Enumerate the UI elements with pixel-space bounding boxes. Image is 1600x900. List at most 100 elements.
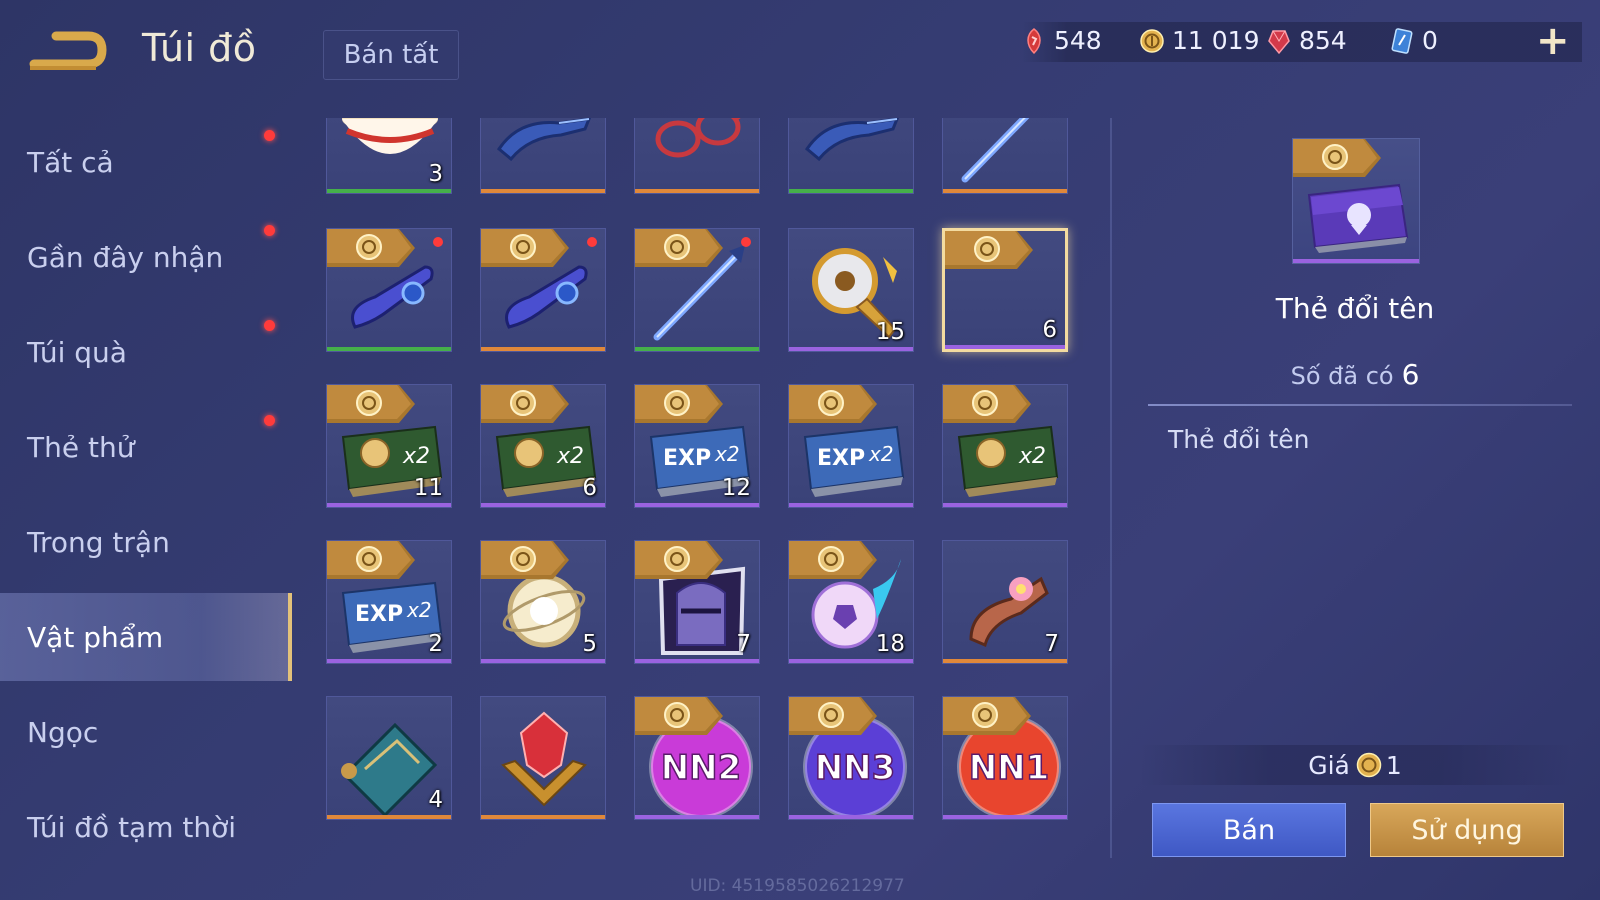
rarity-bar (943, 503, 1067, 507)
sidebar-item-label: Tất cả (27, 145, 114, 179)
rarity-bar (635, 815, 759, 819)
item-slot[interactable]: EXP x2 (788, 384, 914, 508)
item-slot[interactable] (634, 118, 760, 194)
rarity-bar (945, 345, 1065, 349)
selected-item-preview (1292, 138, 1420, 264)
blue-sword-icon (961, 118, 1030, 183)
item-slot[interactable]: NN2 (634, 696, 760, 820)
category-sidebar: Tất cả Gần đây nhận Túi quà Thẻ thử Tron… (0, 108, 292, 900)
item-quantity: 3 (428, 161, 443, 187)
user-id: UID: 4519585026212977 (690, 876, 905, 896)
sidebar-item-items[interactable]: Vật phẩm (0, 593, 292, 681)
rarity-bar (635, 659, 759, 663)
rarity-bar (481, 347, 605, 351)
item-slot[interactable] (788, 118, 914, 194)
item-slot[interactable]: x2 6 (480, 384, 606, 508)
ruby-value: 854 (1299, 26, 1347, 55)
item-slot[interactable]: NN1 (942, 696, 1068, 820)
item-quantity: 2 (428, 631, 443, 657)
gold-value: 11 019 (1172, 26, 1260, 55)
red-crest-icon (501, 711, 587, 807)
sidebar-item-trial-cards[interactable]: Thẻ thử (0, 403, 292, 491)
rarity-bar (789, 347, 913, 351)
currency-ruby: 854 (1267, 26, 1347, 55)
item-slot[interactable] (480, 118, 606, 194)
coin-tag-icon (481, 229, 569, 267)
sidebar-item-gift-bags[interactable]: Túi quà (0, 308, 292, 396)
item-quantity: 7 (736, 631, 751, 657)
detail-divider (1148, 404, 1572, 406)
owned-count: Số đã có 6 (1130, 358, 1580, 391)
svg-text:x2: x2 (714, 442, 740, 466)
rarity-bar (789, 503, 913, 507)
notification-dot (433, 237, 443, 247)
item-slot[interactable]: 6 (942, 228, 1068, 352)
sell-button[interactable]: Bán (1152, 803, 1346, 857)
coin-tag-icon (943, 385, 1031, 423)
svg-text:x2: x2 (402, 444, 430, 469)
rarity-bar (635, 503, 759, 507)
sidebar-item-recent[interactable]: Gần đây nhận (0, 213, 292, 301)
sidebar-item-in-match[interactable]: Trong trận (0, 498, 292, 586)
item-slot[interactable]: 3 (326, 118, 452, 194)
item-slot[interactable] (480, 228, 606, 352)
item-slot[interactable]: 7 (942, 540, 1068, 664)
rarity-bar (327, 815, 451, 819)
sidebar-item-all[interactable]: Tất cả (0, 118, 292, 206)
item-slot[interactable]: 15 (788, 228, 914, 352)
coin-tag-icon (635, 697, 723, 735)
item-slot[interactable]: 7 (634, 540, 760, 664)
owned-value: 6 (1401, 358, 1420, 391)
rarity-bar (327, 347, 451, 351)
item-grid: 3 15 6 x2 11 x2 6 EXP x2 12 EXP x2 x2 EXP x2 2 5 7 18 7 4 NN2… (326, 118, 1086, 838)
use-button[interactable]: Sử dụng (1370, 803, 1564, 857)
add-currency-button[interactable]: + (1536, 21, 1570, 61)
item-slot[interactable]: NN3 (788, 696, 914, 820)
item-slot[interactable]: 4 (326, 696, 452, 820)
notification-dot (587, 237, 597, 247)
notification-dot (264, 130, 275, 141)
gold-coin-icon (1140, 28, 1164, 53)
item-quantity: 18 (875, 631, 905, 657)
item-description: Thẻ đổi tên (1168, 425, 1310, 454)
sidebar-item-temp-bag[interactable]: Túi đồ tạm thời (0, 783, 292, 871)
item-slot[interactable] (480, 696, 606, 820)
item-slot[interactable] (942, 118, 1068, 194)
item-slot[interactable]: 18 (788, 540, 914, 664)
rarity-bar (1293, 259, 1419, 263)
coin-tag-icon (635, 229, 723, 267)
currency-card: 0 (1390, 26, 1438, 55)
item-detail-panel: Thẻ đổi tên Số đã có 6 Thẻ đổi tên Giá 1 … (1130, 100, 1580, 880)
item-quantity: 5 (582, 631, 597, 657)
coin-tag-icon (943, 697, 1031, 735)
svg-text:x2: x2 (406, 598, 432, 622)
coin-tag-icon (635, 541, 723, 579)
notification-dot (741, 237, 751, 247)
rarity-bar (635, 189, 759, 193)
item-slot[interactable]: EXP x2 2 (326, 540, 452, 664)
coin-tag-icon (327, 229, 415, 267)
coin-tag-icon (789, 697, 877, 735)
card-value: 0 (1422, 26, 1438, 55)
item-slot[interactable] (634, 228, 760, 352)
item-quantity: 6 (582, 475, 597, 501)
coin-tag-icon (327, 541, 415, 579)
sell-all-button[interactable]: Bán tất (323, 30, 459, 80)
panel-divider (1110, 118, 1112, 858)
item-slot[interactable]: x2 (942, 384, 1068, 508)
sidebar-item-gems[interactable]: Ngọc (0, 688, 292, 776)
item-quantity: 12 (721, 475, 751, 501)
item-slot[interactable] (326, 228, 452, 352)
red-gem-value: 548 (1054, 26, 1102, 55)
top-bar: Túi đồ Bán tất 548 11 019 854 0 + (0, 0, 1600, 100)
item-slot[interactable]: x2 11 (326, 384, 452, 508)
back-arrow-icon[interactable] (26, 28, 108, 74)
item-slot[interactable]: 5 (480, 540, 606, 664)
price-label: Giá (1308, 750, 1350, 780)
blue-weapon-icon (497, 118, 592, 162)
blue-card-icon (1391, 27, 1413, 54)
rarity-bar (327, 659, 451, 663)
currency-gold: 11 019 (1140, 26, 1259, 55)
item-slot[interactable]: EXP x2 12 (634, 384, 760, 508)
coin-tag-icon (635, 385, 723, 423)
